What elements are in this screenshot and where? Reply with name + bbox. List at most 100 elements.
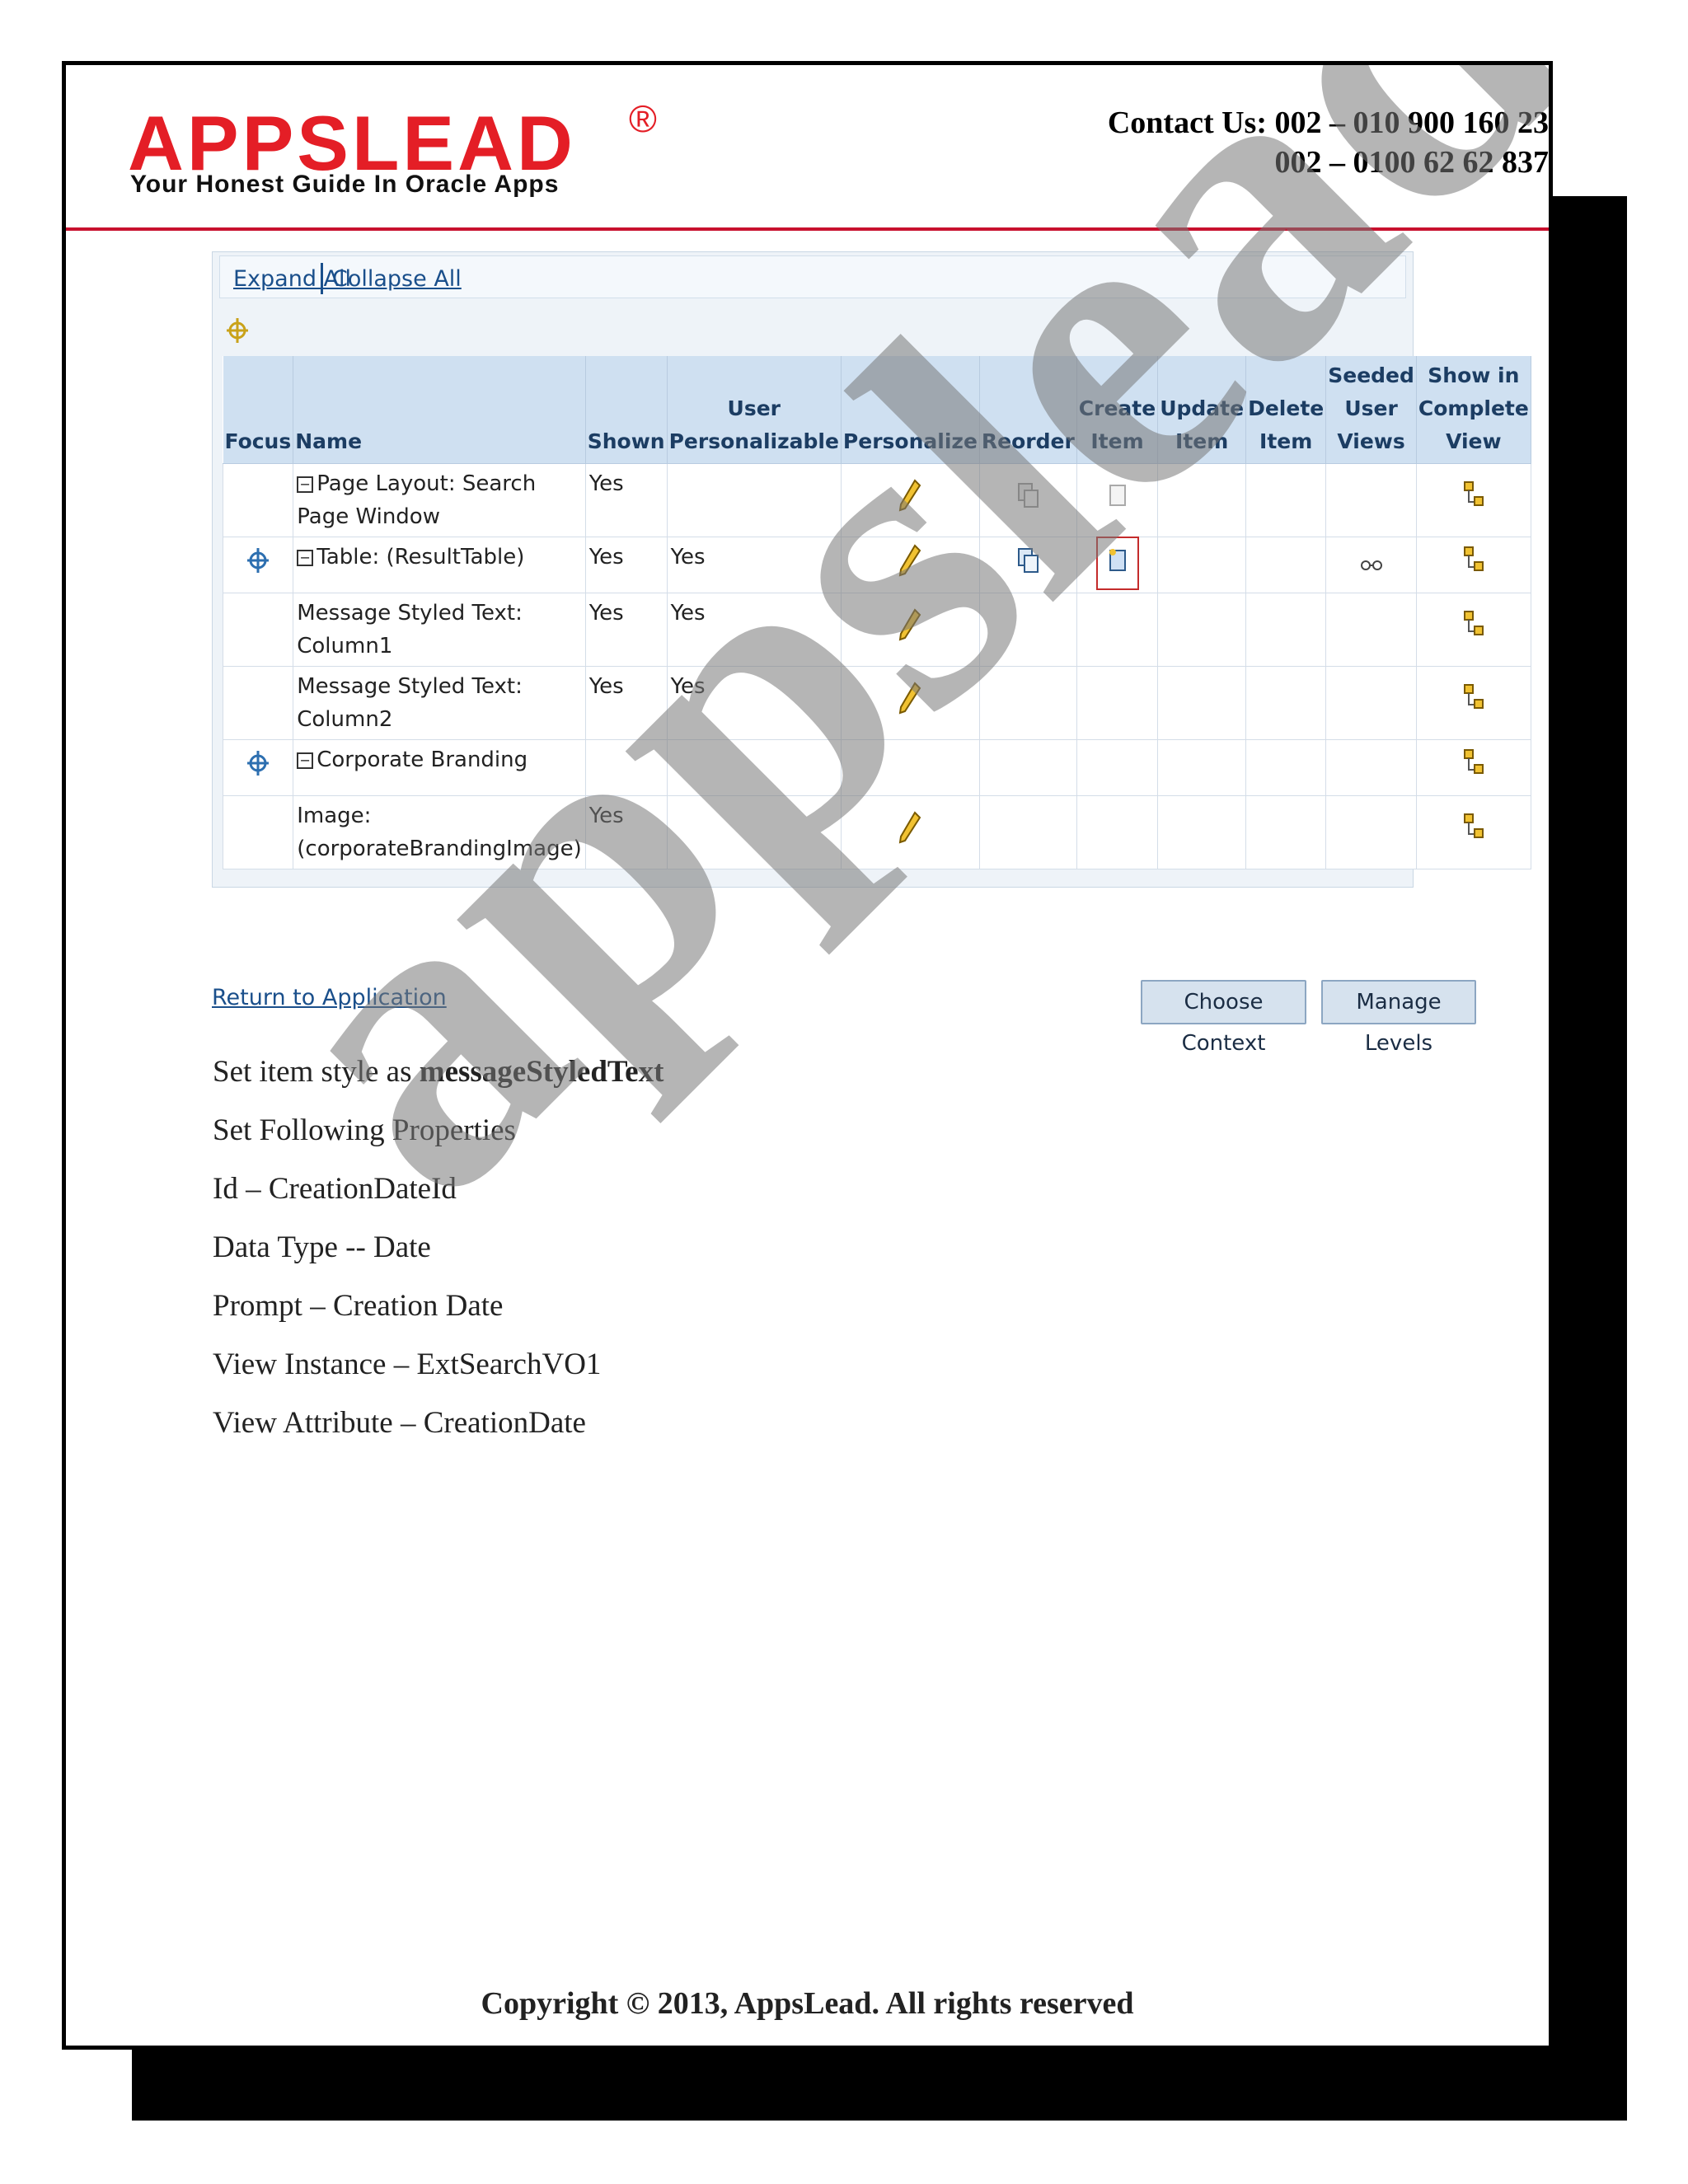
instruction-line-2: Set Following Properties: [213, 1113, 516, 1147]
header-divider: [66, 227, 1549, 231]
instruction-line-1-bold: messageStyledText: [419, 1055, 664, 1089]
delete-item-cell: [1245, 463, 1327, 537]
seeded-user-views-cell: [1325, 666, 1417, 740]
return-to-application-link[interactable]: Return to Application: [212, 985, 447, 1010]
reorder-icon[interactable]: [1016, 483, 1039, 515]
update-item-cell: [1157, 593, 1247, 667]
update-item-cell: [1157, 537, 1247, 593]
col-update-item: Update Item: [1157, 356, 1247, 464]
personalization-table: Focus Name Shown User Personalizable Per…: [222, 356, 1531, 869]
complete-view-icon[interactable]: [1463, 481, 1484, 516]
seeded-user-views-cell: [1325, 795, 1417, 869]
complete-view-icon[interactable]: [1463, 611, 1484, 645]
instruction-line-5: Prompt – Creation Date: [213, 1289, 504, 1323]
table-row: Image: (corporateBrandingImage) Yes: [222, 795, 1531, 869]
personalize-cell: [840, 463, 980, 537]
name-cell: − Corporate Branding: [293, 739, 586, 796]
pencil-icon[interactable]: [898, 479, 921, 522]
update-item-cell: [1157, 795, 1247, 869]
user-personalizable-cell: [666, 795, 842, 869]
table-row: − Page Layout: Search Page Window Yes: [222, 463, 1531, 537]
contact-line-1: Contact Us: 002 – 010 900 160 23: [1107, 105, 1549, 140]
row-name: Message Styled Text: Column2: [297, 674, 523, 732]
instruction-line-1-prefix: Set item style as: [213, 1055, 420, 1089]
shown-cell: Yes: [584, 593, 668, 667]
show-in-complete-view-cell: [1415, 537, 1531, 593]
row-name: Message Styled Text: Column1: [297, 601, 523, 658]
personalize-cell: [840, 739, 980, 796]
col-shown: Shown: [585, 356, 668, 464]
registered-mark: ®: [629, 97, 657, 140]
row-name: Table: (ResultTable): [316, 545, 525, 569]
focus-cell: [222, 463, 294, 537]
pencil-icon[interactable]: [898, 608, 921, 651]
collapse-toggle-icon[interactable]: −: [297, 752, 314, 769]
focus-icon[interactable]: [246, 750, 270, 783]
reorder-cell: [978, 739, 1077, 796]
focus-cell: [222, 666, 294, 740]
manage-levels-button[interactable]: Manage Levels: [1321, 980, 1476, 1056]
collapse-toggle-icon[interactable]: −: [297, 476, 314, 493]
choose-context-button[interactable]: Choose Context: [1141, 980, 1306, 1056]
col-focus: Focus: [223, 356, 294, 464]
table-row: Message Styled Text: Column2 Yes Yes: [222, 666, 1531, 740]
seeded-user-views-cell: [1325, 739, 1417, 796]
shown-cell: Yes: [584, 795, 668, 869]
instruction-line-6: View Instance – ExtSearchVO1: [213, 1347, 602, 1381]
row-name: Page Layout: Search Page Window: [297, 471, 537, 529]
pencil-icon[interactable]: [898, 682, 921, 724]
create-item-cell: [1076, 795, 1159, 869]
complete-view-icon[interactable]: [1463, 684, 1484, 719]
create-item-cell: [1076, 463, 1159, 537]
instruction-line-4: Data Type -- Date: [213, 1230, 431, 1264]
row-name: Corporate Branding: [316, 748, 528, 772]
complete-view-icon[interactable]: [1463, 813, 1484, 848]
focus-icon[interactable]: [226, 316, 249, 348]
pencil-icon[interactable]: [898, 811, 921, 854]
update-item-cell: [1157, 463, 1247, 537]
update-item-cell: [1157, 739, 1247, 796]
name-cell: Message Styled Text: Column1: [293, 593, 586, 667]
complete-view-icon[interactable]: [1463, 546, 1484, 581]
delete-item-cell: [1245, 593, 1327, 667]
col-name: Name: [293, 356, 586, 464]
seeded-user-views-cell: [1325, 593, 1417, 667]
create-item-cell: [1076, 666, 1159, 740]
reorder-icon[interactable]: [1016, 547, 1039, 580]
name-cell: Image: (corporateBrandingImage): [293, 795, 586, 869]
show-in-complete-view-cell: [1415, 593, 1531, 667]
create-item-cell: [1076, 593, 1159, 667]
table-row: − Table: (ResultTable) Yes Yes: [222, 537, 1531, 593]
instruction-line-1: Set item style as messageStyledText: [213, 1043, 663, 1101]
personalize-cell: [840, 666, 980, 740]
user-personalizable-cell: Yes: [666, 666, 842, 740]
pencil-icon[interactable]: [898, 543, 921, 587]
focus-cell: [222, 795, 294, 869]
complete-view-icon[interactable]: [1463, 748, 1484, 784]
instruction-line-3: Id – CreationDateId: [213, 1172, 457, 1206]
delete-item-cell: [1245, 537, 1327, 593]
copyright-footer: Copyright © 2013, AppsLead. All rights r…: [481, 1986, 1134, 2021]
show-in-complete-view-cell: [1415, 463, 1531, 537]
glasses-icon[interactable]: [1360, 553, 1383, 578]
create-item-icon[interactable]: [1108, 485, 1128, 513]
create-item-icon[interactable]: [1095, 541, 1139, 590]
focus-cell: [222, 537, 294, 593]
collapse-toggle-icon[interactable]: −: [297, 549, 314, 566]
collapse-all-link[interactable]: Collapse All: [332, 266, 462, 292]
page-shadow-bottom: [132, 2050, 1627, 2121]
show-in-complete-view-cell: [1415, 795, 1531, 869]
instruction-line-7: View Attribute – CreationDate: [213, 1406, 586, 1440]
delete-item-cell: [1245, 666, 1327, 740]
col-user-personalizable: User Personalizable: [667, 356, 842, 464]
seeded-user-views-cell: [1325, 463, 1417, 537]
focus-cell: [222, 593, 294, 667]
user-personalizable-cell: [666, 463, 842, 537]
shown-cell: Yes: [584, 463, 668, 537]
focus-icon[interactable]: [246, 547, 270, 580]
delete-item-cell: [1245, 739, 1327, 796]
reorder-cell: [978, 666, 1077, 740]
table-header-row: Focus Name Shown User Personalizable Per…: [223, 356, 1531, 464]
table-row: − Corporate Branding: [222, 739, 1531, 796]
reorder-cell: [978, 463, 1077, 537]
